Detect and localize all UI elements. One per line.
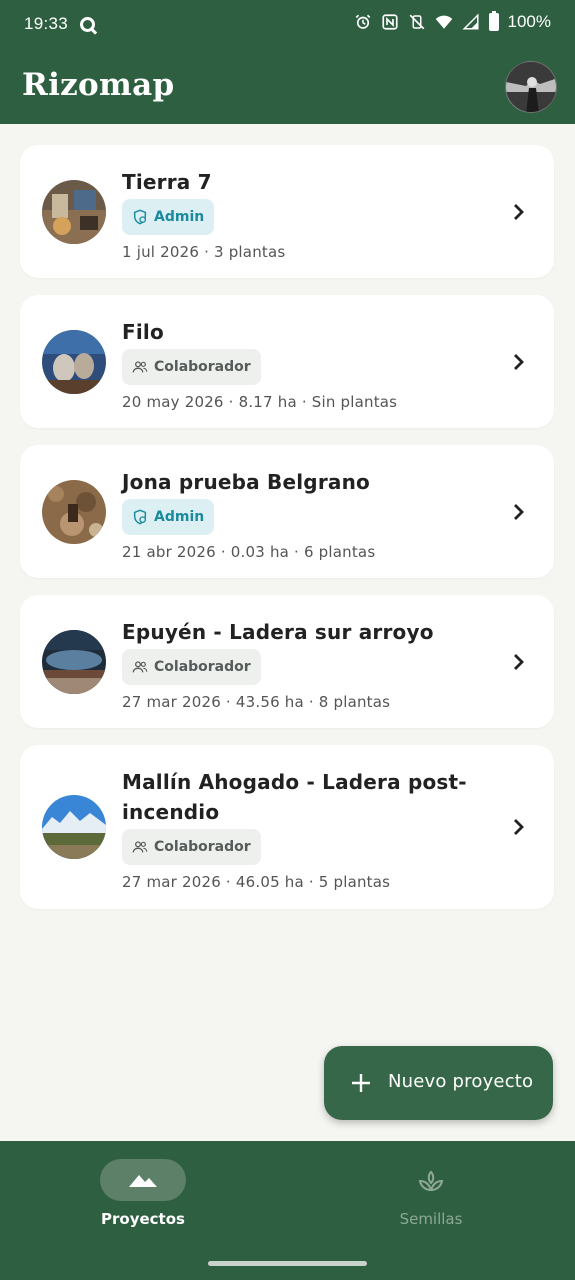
role-label: Admin (154, 509, 205, 525)
nfc-icon (381, 14, 398, 30)
role-badge: Colaborador (122, 829, 261, 865)
admin-icon (133, 209, 147, 225)
people-icon (132, 661, 148, 673)
project-title: Jona prueba Belgrano (122, 470, 370, 494)
people-icon (132, 841, 148, 853)
avatar-photo (506, 62, 556, 112)
q-icon (80, 17, 95, 32)
new-project-button[interactable]: Nuevo proyecto (324, 1046, 553, 1120)
chevron-right-icon (514, 504, 524, 520)
wifi-icon (435, 15, 452, 29)
signal-icon (461, 13, 479, 30)
user-avatar[interactable] (505, 61, 557, 113)
project-meta: 1 jul 2026 · 3 plantas (122, 243, 286, 261)
role-label: Colaborador (154, 359, 251, 375)
status-time: 19:33 (24, 14, 69, 33)
app-bar: Rizomap (0, 50, 575, 124)
mountains-icon (129, 1175, 157, 1187)
bottom-navigation: Proyectos Semillas (0, 1141, 575, 1280)
role-badge: Admin (122, 199, 215, 235)
project-list: Tierra 7 Admin 1 jul 2026 · 3 plantas Fi… (20, 145, 554, 926)
project-card[interactable]: Epuyén - Ladera sur arroyo Colaborador 2… (20, 595, 554, 728)
admin-icon (133, 509, 147, 525)
chevron-right-icon (514, 819, 524, 835)
plus-icon (352, 1074, 370, 1092)
sprout-icon (418, 1170, 444, 1192)
project-meta: 20 may 2026 · 8.17 ha · Sin plantas (122, 393, 398, 411)
project-meta: 21 abr 2026 · 0.03 ha · 6 plantas (122, 543, 376, 561)
alarm-icon (355, 14, 370, 29)
project-title: Tierra 7 (122, 170, 212, 194)
role-label: Admin (154, 209, 205, 225)
project-thumbnail (42, 630, 106, 694)
status-bar: 19:33 100% (0, 0, 575, 50)
chevron-right-icon (514, 354, 524, 370)
vibrate-off-icon (409, 14, 424, 30)
project-thumbnail (42, 480, 106, 544)
project-title: Mallín Ahogado - Ladera post-incendio (122, 770, 467, 824)
nav-label: Semillas (399, 1210, 463, 1228)
role-label: Colaborador (154, 839, 251, 855)
new-project-label: Nuevo proyecto (388, 1071, 534, 1092)
role-badge: Colaborador (122, 349, 261, 385)
project-thumbnail (42, 795, 106, 859)
nav-item-proyectos[interactable]: Proyectos (63, 1159, 223, 1228)
project-thumbnail (42, 330, 106, 394)
battery-percent: 100% (507, 12, 551, 31)
project-meta: 27 mar 2026 · 46.05 ha · 5 plantas (122, 873, 391, 891)
nav-indicator (100, 1159, 186, 1201)
role-badge: Admin (122, 499, 215, 535)
nav-indicator (388, 1159, 474, 1201)
app-title: Rizomap (22, 67, 175, 103)
people-icon (132, 361, 148, 373)
project-title: Filo (122, 320, 164, 344)
battery-icon (488, 11, 499, 31)
project-card[interactable]: Mallín Ahogado - Ladera post-incendio Co… (20, 745, 554, 909)
nav-item-semillas[interactable]: Semillas (351, 1159, 511, 1228)
status-icons: 100% (354, 11, 551, 32)
chevron-right-icon (514, 654, 524, 670)
project-meta: 27 mar 2026 · 43.56 ha · 8 plantas (122, 693, 391, 711)
nav-label: Proyectos (101, 1210, 185, 1228)
project-thumbnail (42, 180, 106, 244)
role-label: Colaborador (154, 659, 251, 675)
project-card[interactable]: Tierra 7 Admin 1 jul 2026 · 3 plantas (20, 145, 554, 278)
project-title: Epuyén - Ladera sur arroyo (122, 620, 434, 644)
chevron-right-icon (514, 204, 524, 220)
project-card[interactable]: Jona prueba Belgrano Admin 21 abr 2026 ·… (20, 445, 554, 578)
home-indicator[interactable] (208, 1261, 367, 1266)
project-card[interactable]: Filo Colaborador 20 may 2026 · 8.17 ha ·… (20, 295, 554, 428)
role-badge: Colaborador (122, 649, 261, 685)
